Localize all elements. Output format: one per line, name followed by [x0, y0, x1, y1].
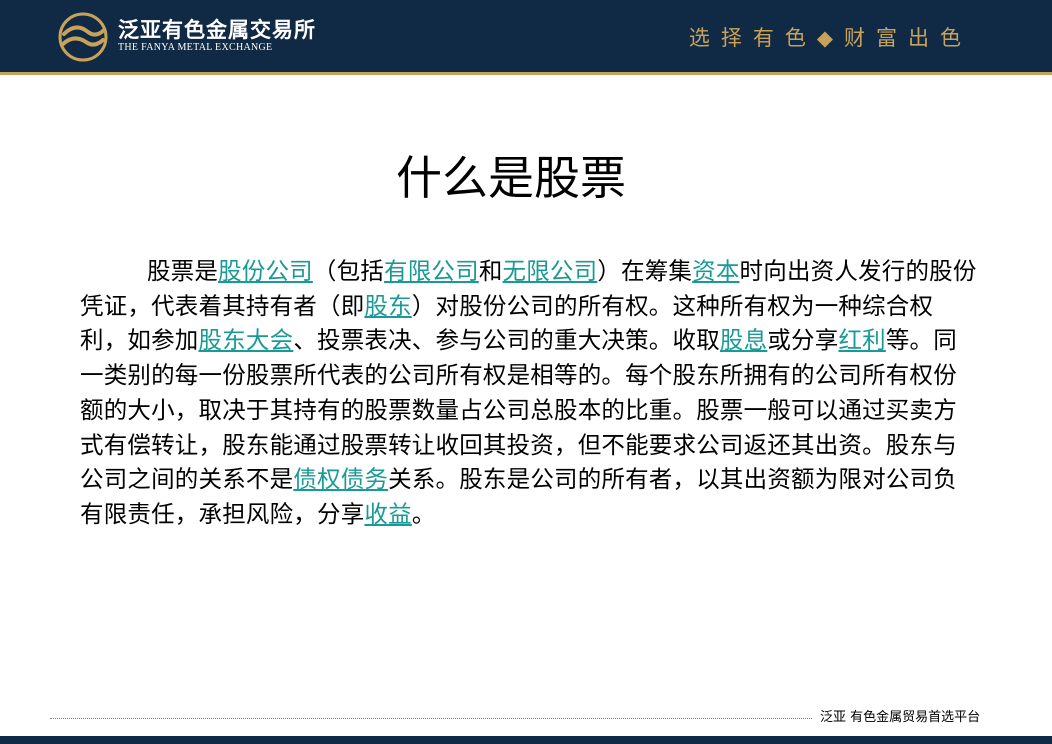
brand-name-en: THE FANYA METAL EXCHANGE [118, 42, 273, 53]
hyperlink[interactable]: 收益 [364, 500, 411, 528]
paragraph-text: ）在筹集 [597, 257, 693, 285]
header-divider [0, 72, 1052, 75]
hyperlink[interactable]: 股息 [720, 326, 767, 354]
paragraph-text: 。 [411, 499, 436, 528]
hyperlink[interactable]: 无限公司 [503, 257, 598, 285]
slogan: 选择有色◆财富出色 [688, 26, 972, 50]
paragraph-text: 或分享 [767, 326, 839, 355]
bottom-bar [0, 736, 1052, 744]
fanya-logo-icon [58, 12, 108, 62]
footer-tagline: 泛亚 有色金属贸易首选平台 [820, 710, 981, 725]
page-title: 什么是股票 [396, 151, 626, 205]
hyperlink[interactable]: 资本 [692, 257, 739, 285]
hyperlink[interactable]: 股东 [364, 292, 411, 320]
header-bar: 泛亚有色金属交易所 THE FANYA METAL EXCHANGE 选择有色◆… [0, 0, 1052, 72]
hyperlink[interactable]: 股份公司 [218, 257, 313, 285]
brand-name-cn: 泛亚有色金属交易所 [118, 17, 316, 42]
paragraph-text: （包括 [312, 257, 384, 285]
hyperlink[interactable]: 债权债务 [293, 465, 388, 493]
hyperlink[interactable]: 有限公司 [384, 257, 479, 285]
paragraph-text: 、投票表决、参与公司的重大决策。收取 [293, 326, 720, 355]
hyperlink[interactable]: 股东大会 [199, 326, 294, 354]
paragraph-text: 和 [478, 257, 503, 285]
hyperlink[interactable]: 红利 [838, 326, 885, 354]
body-paragraph: 股票是股份公司（包括有限公司和无限公司）在筹集资本时向出资人发行的股份凭证，代表… [80, 254, 980, 532]
paragraph-text: 股票是 [146, 257, 219, 285]
footer-divider [50, 718, 812, 719]
